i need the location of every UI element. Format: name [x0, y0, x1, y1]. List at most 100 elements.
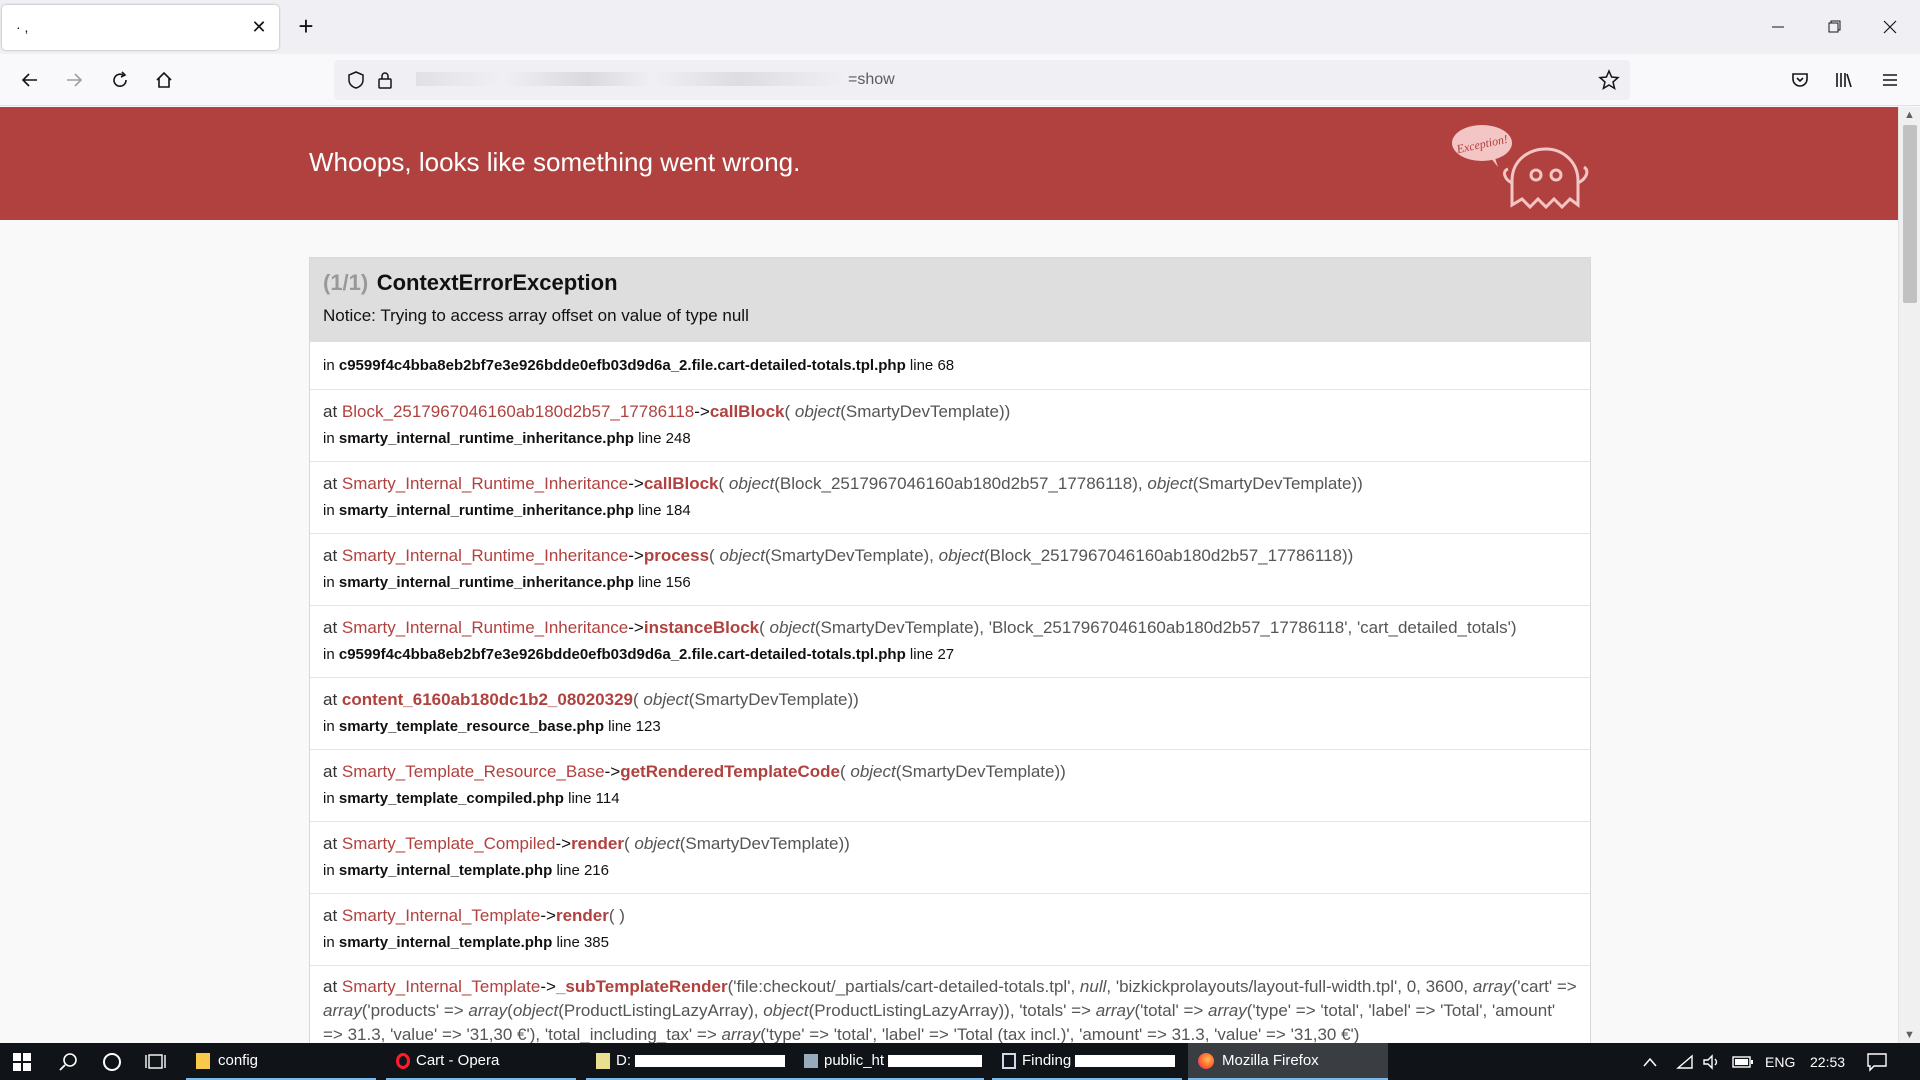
cortana-icon[interactable] — [92, 1043, 132, 1080]
scroll-up-icon[interactable]: ▲ — [1904, 109, 1915, 121]
redacted-text — [1075, 1054, 1176, 1067]
windows-start-icon[interactable] — [0, 1043, 44, 1080]
trace-function: getRenderedTemplateCode — [620, 762, 840, 781]
trace-file: smarty_internal_runtime_inheritance.php — [338, 574, 634, 591]
taskbar-app-editor[interactable]: D: — [586, 1043, 794, 1080]
taskbar-app-ftp[interactable]: public_ht — [794, 1043, 984, 1080]
trace-function: callBlock — [643, 474, 719, 493]
battery-icon[interactable] — [1732, 1043, 1754, 1080]
trace-arrow: -> — [555, 834, 572, 853]
restore-icon[interactable] — [1812, 10, 1856, 44]
taskbar-app-finding[interactable]: Finding — [992, 1043, 1182, 1080]
trace-function: content_6160ab180dc1b2_08020329 — [341, 690, 634, 709]
language-indicator[interactable]: ENG — [1765, 1043, 1795, 1080]
volume-icon[interactable] — [1702, 1043, 1720, 1080]
taskbar-app-label: D: — [616, 1052, 631, 1069]
trace-args: ( object(Block_2517967046160ab180d2b57_1… — [718, 474, 1363, 493]
menu-icon[interactable] — [1874, 64, 1906, 96]
tab-title: · , — [16, 19, 29, 35]
clock[interactable]: 22:53 — [1810, 1043, 1845, 1080]
taskbar-app-firefox[interactable]: Mozilla Firefox — [1188, 1043, 1388, 1080]
address-bar[interactable]: =show — [334, 60, 1630, 100]
forward-icon[interactable] — [58, 64, 90, 96]
shield-icon[interactable] — [346, 70, 366, 95]
page-scrollbar[interactable]: ▲ ▼ — [1898, 107, 1920, 1043]
tab-strip: · , ✕ + — [0, 0, 1920, 54]
exception-location: in c9599f4c4bba8eb2bf7e3e926bdde0efb03d9… — [310, 342, 1590, 390]
trace-function: render — [555, 906, 609, 925]
search-icon[interactable] — [48, 1043, 88, 1080]
trace-file: smarty_template_resource_base.php — [338, 718, 604, 735]
new-tab-icon[interactable]: + — [294, 12, 318, 40]
stack-trace: at Block_2517967046160ab180d2b57_1778611… — [310, 390, 1590, 966]
trace-row: at content_6160ab180dc1b2_08020329( obje… — [310, 678, 1590, 750]
trace-line: line 184 — [638, 502, 691, 519]
opera-icon — [396, 1052, 410, 1069]
trace-arrow: -> — [628, 618, 644, 637]
exception-ghost-icon: Exception! — [1452, 125, 1589, 210]
trace-row: at Smarty_Internal_Runtime_Inheritance->… — [310, 534, 1590, 606]
trace-row: at Smarty_Internal_Runtime_Inheritance->… — [310, 462, 1590, 534]
trace-at: at — [323, 474, 338, 493]
back-icon[interactable] — [14, 64, 46, 96]
trace-args: ( object(SmartyDevTemplate)) — [623, 834, 850, 853]
document-icon — [1002, 1052, 1016, 1069]
trace-row: at Smarty_Template_Resource_Base->getRen… — [310, 750, 1590, 822]
location-file: c9599f4c4bba8eb2bf7e3e926bdde0efb03d9d6a… — [338, 357, 906, 374]
ftp-icon — [804, 1053, 818, 1068]
network-icon[interactable] — [1676, 1043, 1694, 1080]
trace-line: line 27 — [909, 646, 955, 663]
trace-in: in — [323, 934, 335, 951]
url-redacted — [416, 72, 846, 86]
trace-in: in — [323, 862, 335, 879]
trace-arrow: -> — [628, 546, 644, 565]
browser-tab[interactable]: · , ✕ — [2, 5, 279, 50]
notepad-icon — [596, 1052, 610, 1069]
exception-header: (1/1) ContextErrorException Notice: Tryi… — [310, 258, 1590, 342]
exception-panel: (1/1) ContextErrorException Notice: Tryi… — [309, 257, 1591, 1043]
taskbar-app-label: Mozilla Firefox — [1222, 1052, 1319, 1069]
bookmark-star-icon[interactable] — [1598, 69, 1620, 96]
trace-arrow: -> — [540, 906, 556, 925]
task-view-icon[interactable] — [136, 1043, 176, 1080]
trace-arrow: -> — [694, 402, 710, 421]
trace-in: in — [323, 502, 335, 519]
windows-taskbar: config Cart - Opera D: public_ht Finding… — [0, 1043, 1920, 1080]
trace-line: line 156 — [638, 574, 691, 591]
trace-at: at — [323, 906, 338, 925]
reload-icon[interactable] — [104, 64, 136, 96]
taskbar-app-label: Finding — [1022, 1052, 1072, 1069]
trace-function: _subTemplateRender — [555, 977, 728, 996]
home-icon[interactable] — [148, 64, 180, 96]
trace-class: Block_2517967046160ab180d2b57_17786118 — [341, 402, 695, 421]
scroll-down-icon[interactable]: ▼ — [1904, 1029, 1915, 1041]
trace-args: ( ) — [608, 906, 625, 925]
tab-close-icon[interactable]: ✕ — [249, 17, 269, 37]
trace-file: smarty_internal_runtime_inheritance.php — [338, 502, 634, 519]
trace-at: at — [323, 977, 338, 996]
page-viewport: Whoops, looks like something went wrong.… — [0, 107, 1898, 1043]
error-banner: Whoops, looks like something went wrong.… — [0, 107, 1898, 220]
trace-arrow: -> — [540, 977, 556, 996]
trace-class: Smarty_Internal_Template — [341, 977, 541, 996]
scrollbar-thumb[interactable] — [1903, 125, 1917, 303]
library-icon[interactable] — [1828, 64, 1860, 96]
trace-args: ( object(SmartyDevTemplate)) — [633, 690, 859, 709]
trace-function: instanceBlock — [643, 618, 760, 637]
trace-function: callBlock — [709, 402, 785, 421]
taskbar-app-config[interactable]: config — [186, 1043, 376, 1080]
trace-file: smarty_template_compiled.php — [338, 790, 564, 807]
notifications-icon[interactable] — [1866, 1043, 1888, 1080]
taskbar-app-label: config — [218, 1052, 259, 1069]
pocket-icon[interactable] — [1784, 64, 1816, 96]
trace-class: Smarty_Template_Compiled — [341, 834, 556, 853]
navigation-toolbar: =show — [0, 54, 1920, 106]
lock-icon[interactable] — [376, 70, 394, 95]
tray-chevron-icon[interactable] — [1642, 1043, 1658, 1080]
taskbar-app-opera[interactable]: Cart - Opera — [386, 1043, 576, 1080]
exception-message: Notice: Trying to access array offset on… — [323, 306, 749, 325]
minimize-icon[interactable] — [1756, 10, 1800, 44]
close-window-icon[interactable] — [1868, 10, 1912, 44]
trace-at: at — [323, 546, 338, 565]
trace-at: at — [323, 762, 338, 781]
